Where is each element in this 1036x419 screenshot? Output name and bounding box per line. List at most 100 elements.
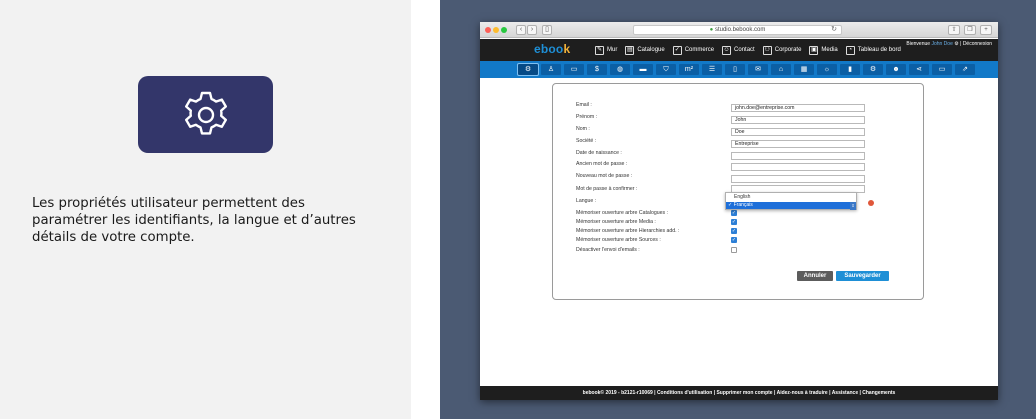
divider (411, 0, 440, 419)
back-icon[interactable]: ‹ (516, 25, 526, 35)
mail-icon[interactable]: ✉ (748, 64, 768, 75)
promo-line: paramétrer les identifiants, la langue e… (32, 213, 356, 228)
lock-icon: ● (709, 27, 714, 33)
commerce-icon: ✓ (672, 45, 682, 55)
main-content: Email : john.doe@entreprise.com Prénom :… (480, 78, 998, 386)
menu-label: Catalogue (637, 47, 665, 53)
firstname-field[interactable]: John (731, 116, 865, 124)
chevron-down-icon[interactable]: ⇕ (850, 202, 856, 210)
shield-icon[interactable]: ⛉ (656, 64, 676, 75)
list-icon[interactable]: ☰ (702, 64, 722, 75)
money-icon[interactable]: ▬ (633, 64, 653, 75)
screenshot-frame: ‹ › ▯ ● studio.bebook.com ↻ ⇧ ❐ + ebook … (440, 0, 1036, 419)
menu-item-media[interactable]: ▣ Media (806, 44, 840, 56)
mem-media-checkbox[interactable]: ✓ (731, 219, 737, 225)
tabs-icon[interactable]: ❐ (964, 25, 976, 35)
birthdate-label: Date de naissance : (576, 150, 622, 156)
dollar-icon[interactable]: $ (587, 64, 607, 75)
reload-icon[interactable]: ↻ (831, 26, 837, 34)
share-icon[interactable]: ⇧ (948, 25, 960, 35)
birthdate-field[interactable] (731, 152, 865, 160)
bebook-logo[interactable]: ebook (534, 42, 570, 56)
company-field[interactable]: Entreprise (731, 140, 865, 148)
table-icon[interactable]: ▦ (794, 64, 814, 75)
new-password-field[interactable] (731, 175, 865, 183)
email-field[interactable]: john.doe@entreprise.com (731, 104, 865, 112)
user-icon[interactable]: ♙ (541, 64, 561, 75)
area-icon[interactable]: m² (679, 64, 699, 75)
bulb-icon[interactable]: ☼ (817, 64, 837, 75)
id-card-icon[interactable]: ▭ (932, 64, 952, 75)
external-link-icon[interactable]: ⇗ (955, 64, 975, 75)
module-toolbar: ⚙ ♙ ▭ $ ◍ ▬ ⛉ m² ☰ ▯ ✉ ⌂ ▦ ☼ ▮ ⚙ ☻ ⋖ ▭ ⇗ (480, 61, 998, 78)
language-option-francais[interactable]: ✓ Français (726, 202, 856, 209)
mem-catalogues-checkbox[interactable]: ✓ (731, 210, 737, 216)
menu-label: Corporate (774, 47, 802, 53)
lastname-field[interactable]: Doe (731, 128, 865, 136)
firstname-label: Prénom : (576, 114, 598, 120)
menu-label: Tableau de bord (857, 47, 901, 53)
calendar-icon[interactable]: ▭ (564, 64, 584, 75)
edit-icon: ✎ (595, 45, 604, 55)
lastname-label: Nom : (576, 126, 590, 132)
language-option-english[interactable]: English (726, 194, 856, 201)
disable-emails-checkbox[interactable] (731, 247, 737, 253)
menu-label: Commerce (684, 47, 715, 53)
email-label: Email : (576, 102, 592, 108)
menu-label: Contact (734, 47, 755, 53)
home-icon[interactable]: ⌂ (771, 64, 791, 75)
menu-item-mur[interactable]: ✎ Mur (592, 44, 620, 56)
promo-description: Les propriétés utilisateur permettent de… (32, 195, 382, 246)
user-properties-form: Email : john.doe@entreprise.com Prénom :… (552, 83, 924, 300)
welcome-text: Bienvenue (906, 41, 931, 47)
user-zone: Bienvenue John Doe ⚙ | Déconnexion (906, 41, 992, 47)
file-icon[interactable]: ▮ (840, 64, 860, 75)
confirm-password-label: Mot de passe à confirmer : (576, 186, 638, 192)
gauge-icon: ◔ (845, 45, 855, 55)
url-text: studio.bebook.com (714, 27, 766, 33)
menu-item-dashboard[interactable]: ◔ Tableau de bord (843, 44, 904, 56)
old-password-field[interactable] (731, 163, 865, 171)
new-password-label: Nouveau mot de passe : (576, 173, 633, 179)
language-label: Langue : (576, 198, 597, 204)
users-icon[interactable]: ☻ (886, 64, 906, 75)
globe-icon[interactable]: ◍ (610, 64, 630, 75)
contacts-icon: ☺ (722, 45, 732, 55)
menu-item-commerce[interactable]: ✓ Commerce (670, 44, 717, 56)
sidebar-icon[interactable]: ▯ (542, 25, 552, 35)
minimize-window-button[interactable] (493, 27, 499, 33)
language-option-label: Français (733, 202, 753, 208)
forward-icon[interactable]: › (527, 25, 537, 35)
logo-text: eboo (534, 42, 564, 56)
settings-icon[interactable]: ⚙ (517, 63, 539, 76)
maximize-window-button[interactable] (501, 27, 507, 33)
main-menu: ✎ Mur ▤ Catalogue ✓ Commerce ☺ Contact ⚇ Corp… (592, 44, 904, 56)
catalogue-icon: ▤ (625, 45, 635, 55)
menu-item-catalogue[interactable]: ▤ Catalogue (622, 44, 667, 56)
app-footer: bebook© 2019 - b2121-r10069 | Conditions… (480, 386, 998, 400)
new-tab-icon[interactable]: + (980, 25, 992, 35)
address-bar[interactable]: ● studio.bebook.com ↻ (633, 25, 842, 35)
close-window-button[interactable] (485, 27, 491, 33)
logout-link[interactable]: Déconnexion (963, 41, 992, 47)
menu-label: Media (821, 47, 838, 53)
share-icon[interactable]: ⋖ (909, 64, 929, 75)
user-name-link[interactable]: John Doe (931, 41, 952, 47)
mem-hierarchies-checkbox[interactable]: ✓ (731, 228, 737, 234)
language-select[interactable]: English ✓ Français ⇕ (725, 192, 857, 210)
settings-tile (138, 76, 273, 153)
browser-titlebar: ‹ › ▯ ● studio.bebook.com ↻ ⇧ ❐ + (480, 22, 998, 38)
cancel-button[interactable]: Annuler (797, 271, 833, 281)
settings-icon[interactable]: ⚙ (954, 41, 958, 47)
mem-catalogues-label: Mémoriser ouverture arbre Catalogues : (576, 210, 668, 216)
clear-icon[interactable] (868, 200, 874, 206)
document-icon[interactable]: ▯ (725, 64, 745, 75)
cogs-icon[interactable]: ⚙ (863, 64, 883, 75)
mem-sources-checkbox[interactable]: ✓ (731, 237, 737, 243)
menu-item-contact[interactable]: ☺ Contact (719, 44, 758, 56)
save-button[interactable]: Sauvegarder (836, 271, 889, 281)
menu-item-corporate[interactable]: ⚇ Corporate (760, 44, 805, 56)
promo-line: Les propriétés utilisateur permettent de… (32, 196, 305, 211)
logo-text-accent: k (563, 42, 571, 56)
menu-label: Mur (607, 47, 618, 53)
